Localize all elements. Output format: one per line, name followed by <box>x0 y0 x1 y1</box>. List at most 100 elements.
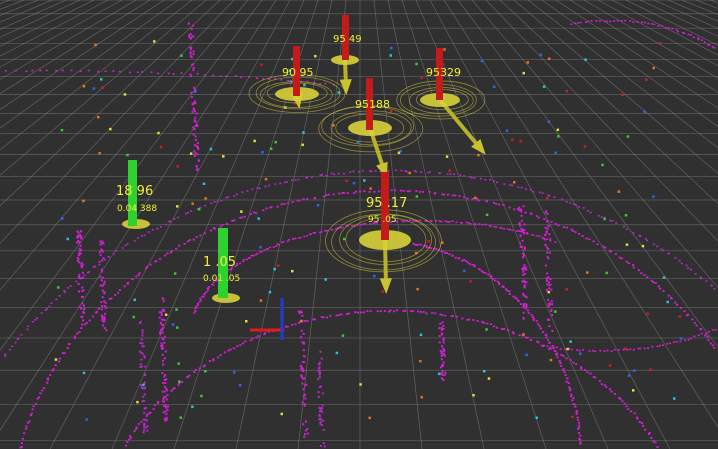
lidar-point <box>482 271 485 274</box>
lidar-point <box>356 311 359 314</box>
lidar-point <box>441 250 444 253</box>
lidar-point <box>299 237 302 239</box>
lidar-point <box>508 184 511 186</box>
lidar-point <box>191 63 193 66</box>
lidar-point <box>489 225 492 228</box>
lidar-point <box>473 177 476 179</box>
lidar-point <box>163 390 166 393</box>
lidar-point <box>551 314 554 317</box>
lidar-point <box>713 347 716 349</box>
lidar-point <box>292 237 295 240</box>
lidar-point <box>319 410 321 413</box>
lidar-point <box>548 195 551 197</box>
lidar-point <box>342 192 346 194</box>
lidar-point <box>369 187 372 190</box>
lidar-point <box>376 310 379 313</box>
lidar-point <box>274 183 277 185</box>
lidar-point <box>197 159 200 162</box>
lidar-point <box>57 286 60 289</box>
lidar-point <box>368 191 371 193</box>
lidar-point <box>632 21 635 23</box>
lidar-point <box>522 252 524 255</box>
lidar-point <box>129 435 132 437</box>
lidar-point <box>303 404 306 407</box>
lidar-point <box>161 318 164 321</box>
lidar-point <box>369 310 372 312</box>
lidar-point <box>173 218 176 220</box>
lidar-point <box>481 223 484 226</box>
lidar-point <box>412 220 414 222</box>
lidar-point <box>241 191 244 193</box>
lidar-point <box>304 397 307 400</box>
lidar-point <box>213 201 216 203</box>
lidar-point <box>280 78 283 81</box>
lidar-point <box>379 310 382 313</box>
lidar-point <box>610 350 613 353</box>
lidar-point <box>523 286 526 289</box>
lidar-point <box>374 170 377 172</box>
lidar-point <box>143 355 146 357</box>
lidar-point <box>190 47 193 49</box>
lidar-point <box>319 420 322 423</box>
lidar-point <box>442 337 445 340</box>
lidar-point <box>324 278 327 281</box>
lidar-point <box>100 241 103 244</box>
lidar-point <box>442 339 445 342</box>
lidar-point <box>639 235 642 238</box>
lidar-point <box>520 230 523 233</box>
point-cloud-canvas[interactable]: 90 95 95 49 95329 95188 95 .17 95 .05 18… <box>0 0 718 449</box>
lidar-point <box>624 347 627 350</box>
lidar-point <box>337 314 341 317</box>
lidar-point <box>83 311 85 314</box>
lidar-point <box>652 243 655 246</box>
lidar-point <box>496 181 498 184</box>
lidar-point <box>97 70 100 73</box>
lidar-point <box>314 54 317 58</box>
lidar-point <box>560 353 563 356</box>
lidar-point <box>98 263 101 266</box>
lidar-point <box>176 326 179 329</box>
lidar-point <box>503 328 506 330</box>
lidar-point <box>335 351 339 355</box>
lidar-point <box>394 169 397 171</box>
lidar-point <box>675 29 678 32</box>
lidar-point <box>520 186 523 189</box>
lidar-point <box>608 364 612 367</box>
lidar-point <box>438 220 441 222</box>
lidar-point <box>325 316 329 319</box>
lidar-point <box>266 248 269 250</box>
lidar-point <box>166 394 169 397</box>
lidar-point <box>420 395 423 399</box>
lidar-point <box>417 243 420 246</box>
lidar-point <box>474 196 477 200</box>
lidar-point <box>652 195 655 198</box>
lidar-point <box>580 366 583 369</box>
lidar-point <box>124 244 127 247</box>
lidar-point <box>131 278 134 281</box>
lidar-point <box>549 348 552 350</box>
lidar-point <box>317 378 320 381</box>
lidar-point <box>60 217 64 220</box>
lidar-point <box>318 376 321 379</box>
lidar-point <box>322 442 325 445</box>
lidar-3d-viewport[interactable]: 90 95 95 49 95329 95188 95 .17 95 .05 18… <box>0 0 718 449</box>
lidar-point <box>551 329 554 332</box>
lidar-point <box>24 427 28 430</box>
lidar-point <box>588 238 591 241</box>
lidar-point <box>435 219 438 222</box>
lidar-point <box>100 249 103 251</box>
lidar-point <box>78 331 81 333</box>
lidar-point <box>517 300 520 303</box>
lidar-point <box>282 240 285 243</box>
lidar-point <box>579 21 582 24</box>
lidar-point <box>603 384 606 387</box>
lidar-point <box>177 384 180 386</box>
lidar-point <box>242 260 245 263</box>
lidar-point <box>264 185 267 188</box>
lidar-point <box>75 280 78 283</box>
lidar-point <box>325 194 328 196</box>
lidar-point <box>573 203 576 206</box>
lidar-point <box>574 231 577 233</box>
lidar-point <box>637 269 640 272</box>
lidar-point <box>550 220 553 223</box>
